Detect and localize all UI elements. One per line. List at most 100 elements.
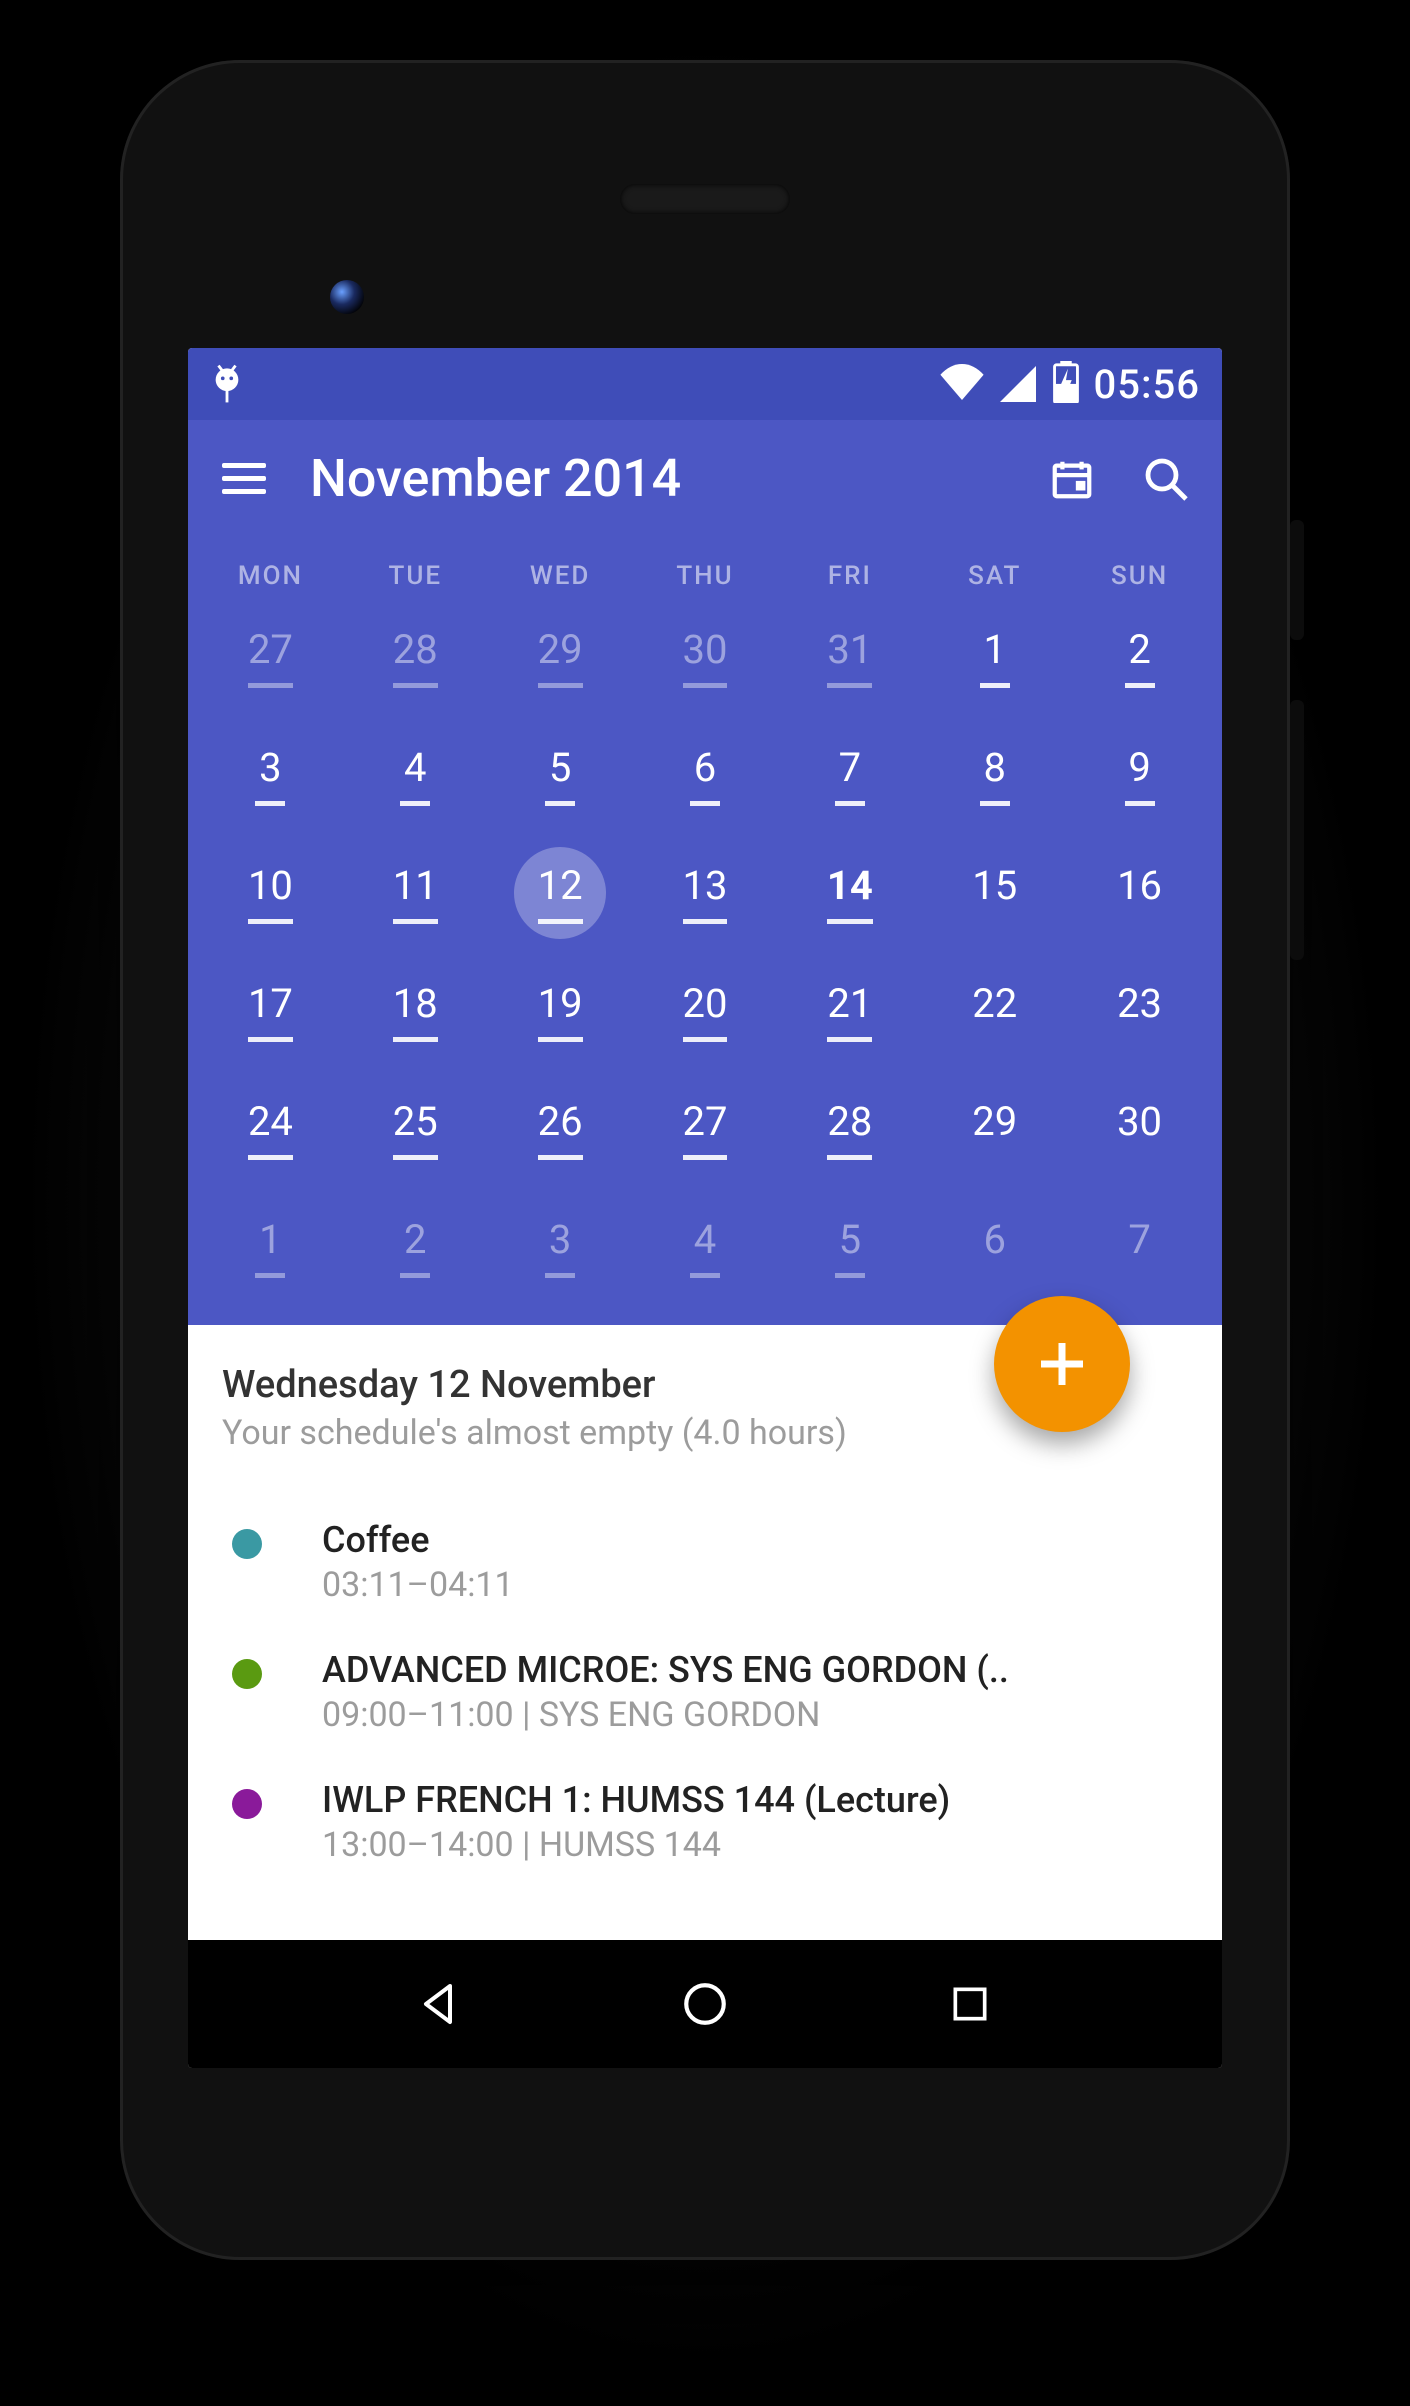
calendar-day[interactable]: 2 xyxy=(1067,615,1212,699)
calendar-day[interactable]: 23 xyxy=(1067,969,1212,1053)
phone-side-button xyxy=(1290,700,1304,960)
menu-icon[interactable] xyxy=(216,451,272,507)
calendar-day[interactable]: 4 xyxy=(633,1205,778,1289)
calendar-day[interactable]: 8 xyxy=(922,733,1067,817)
calendar-day-number: 1 xyxy=(255,1216,285,1278)
calendar-day[interactable]: 27 xyxy=(198,615,343,699)
page-title[interactable]: November 2014 xyxy=(310,448,681,509)
calendar-day-number: 30 xyxy=(1117,1098,1162,1160)
calendar-day[interactable]: 25 xyxy=(343,1087,488,1171)
calendar-day-number: 1 xyxy=(980,626,1010,688)
calendar-day-number: 18 xyxy=(393,980,438,1042)
calendar-day[interactable]: 29 xyxy=(922,1087,1067,1171)
calendar-day-number: 9 xyxy=(1125,744,1155,806)
calendar-day[interactable]: 16 xyxy=(1067,851,1212,935)
calendar-day-number: 28 xyxy=(827,1098,872,1160)
calendar-day[interactable]: 7 xyxy=(777,733,922,817)
calendar-day-number: 27 xyxy=(248,626,293,688)
back-button[interactable] xyxy=(405,1969,475,2039)
calendar-day[interactable]: 10 xyxy=(198,851,343,935)
calendar-day[interactable]: 22 xyxy=(922,969,1067,1053)
today-icon[interactable] xyxy=(1044,451,1100,507)
event-title: Coffee xyxy=(322,1519,1188,1561)
calendar-day-number: 17 xyxy=(248,980,293,1042)
calendar-day[interactable]: 5 xyxy=(488,733,633,817)
calendar-day[interactable]: 1 xyxy=(922,615,1067,699)
calendar-day-number: 25 xyxy=(393,1098,438,1160)
event-list: Coffee03:11–04:11 ADVANCED MICROE: SYS EN… xyxy=(222,1497,1188,1887)
calendar-day[interactable]: 26 xyxy=(488,1087,633,1171)
calendar-day-number: 8 xyxy=(980,744,1010,806)
calendar-day[interactable]: 14 xyxy=(777,851,922,935)
app-bar: November 2014 xyxy=(188,420,1222,523)
calendar-day-number: 5 xyxy=(835,1216,865,1278)
calendar-day[interactable]: 30 xyxy=(633,615,778,699)
calendar-day-number: 29 xyxy=(538,626,583,688)
calendar-day[interactable]: 4 xyxy=(343,733,488,817)
calendar-day-number: 21 xyxy=(827,980,872,1042)
calendar-day[interactable]: 20 xyxy=(633,969,778,1053)
event-color-dot xyxy=(232,1789,262,1819)
calendar-day[interactable]: 15 xyxy=(922,851,1067,935)
calendar-day[interactable]: 19 xyxy=(488,969,633,1053)
calendar-day-number: 27 xyxy=(683,1098,728,1160)
calendar-day-number: 28 xyxy=(393,626,438,688)
calendar-day[interactable]: 5 xyxy=(777,1205,922,1289)
calendar-day[interactable]: 3 xyxy=(198,733,343,817)
weekday-header: SAT xyxy=(922,543,1067,615)
calendar-day-number: 22 xyxy=(972,980,1017,1042)
calendar-day-number: 3 xyxy=(255,744,285,806)
calendar-day[interactable]: 2 xyxy=(343,1205,488,1289)
calendar-day-number: 6 xyxy=(980,1216,1010,1278)
event-item[interactable]: Coffee03:11–04:11 xyxy=(222,1497,1188,1627)
calendar-day[interactable]: 11 xyxy=(343,851,488,935)
event-body: Coffee03:11–04:11 xyxy=(322,1519,1188,1605)
search-icon[interactable] xyxy=(1138,451,1194,507)
calendar-day-number: 7 xyxy=(835,744,865,806)
event-item[interactable]: ADVANCED MICROE: SYS ENG GORDON (..09:00… xyxy=(222,1627,1188,1757)
calendar-day[interactable]: 31 xyxy=(777,615,922,699)
event-color-dot xyxy=(232,1659,262,1689)
calendar-day-number: 4 xyxy=(400,744,430,806)
calendar-day[interactable]: 6 xyxy=(633,733,778,817)
phone-side-button xyxy=(1290,520,1304,640)
calendar-day[interactable]: 24 xyxy=(198,1087,343,1171)
calendar-day[interactable]: 3 xyxy=(488,1205,633,1289)
calendar-day[interactable]: 7 xyxy=(1067,1205,1212,1289)
weekday-header: SUN xyxy=(1067,543,1212,615)
calendar-day[interactable]: 21 xyxy=(777,969,922,1053)
weekday-header: WED xyxy=(488,543,633,615)
event-title: ADVANCED MICROE: SYS ENG GORDON (.. xyxy=(322,1649,1188,1691)
calendar-day[interactable]: 29 xyxy=(488,615,633,699)
calendar-day-number: 19 xyxy=(538,980,583,1042)
event-subtitle: 13:00–14:00 | HUMSS 144 xyxy=(322,1825,1188,1865)
calendar-day[interactable]: 12 xyxy=(488,851,633,935)
calendar-day-number: 7 xyxy=(1125,1216,1155,1278)
calendar-day[interactable]: 30 xyxy=(1067,1087,1212,1171)
weekday-header: MON xyxy=(198,543,343,615)
calendar-day[interactable]: 13 xyxy=(633,851,778,935)
calendar-day-number: 20 xyxy=(683,980,728,1042)
calendar-day-number: 29 xyxy=(972,1098,1017,1160)
event-item[interactable]: IWLP FRENCH 1: HUMSS 144 (Lecture)13:00–… xyxy=(222,1757,1188,1887)
home-button[interactable] xyxy=(670,1969,740,2039)
calendar-day[interactable]: 1 xyxy=(198,1205,343,1289)
recents-button[interactable] xyxy=(935,1969,1005,2039)
add-event-button[interactable] xyxy=(994,1296,1130,1432)
event-subtitle: 09:00–11:00 | SYS ENG GORDON xyxy=(322,1695,1188,1735)
calendar-day[interactable]: 6 xyxy=(922,1205,1067,1289)
calendar-day[interactable]: 27 xyxy=(633,1087,778,1171)
calendar-day[interactable]: 9 xyxy=(1067,733,1212,817)
calendar-day-number: 2 xyxy=(1125,626,1155,688)
calendar-day[interactable]: 18 xyxy=(343,969,488,1053)
calendar-day[interactable]: 17 xyxy=(198,969,343,1053)
calendar-day-number: 6 xyxy=(690,744,720,806)
calendar-day[interactable]: 28 xyxy=(343,615,488,699)
calendar-day-number: 2 xyxy=(400,1216,430,1278)
calendar-grid: 2728293031123456789101112131415161718192… xyxy=(198,615,1212,1289)
calendar-day-number: 30 xyxy=(683,626,728,688)
event-body: IWLP FRENCH 1: HUMSS 144 (Lecture)13:00–… xyxy=(322,1779,1188,1865)
calendar-day[interactable]: 28 xyxy=(777,1087,922,1171)
phone-speaker xyxy=(620,184,790,214)
battery-charging-icon xyxy=(1052,361,1080,407)
